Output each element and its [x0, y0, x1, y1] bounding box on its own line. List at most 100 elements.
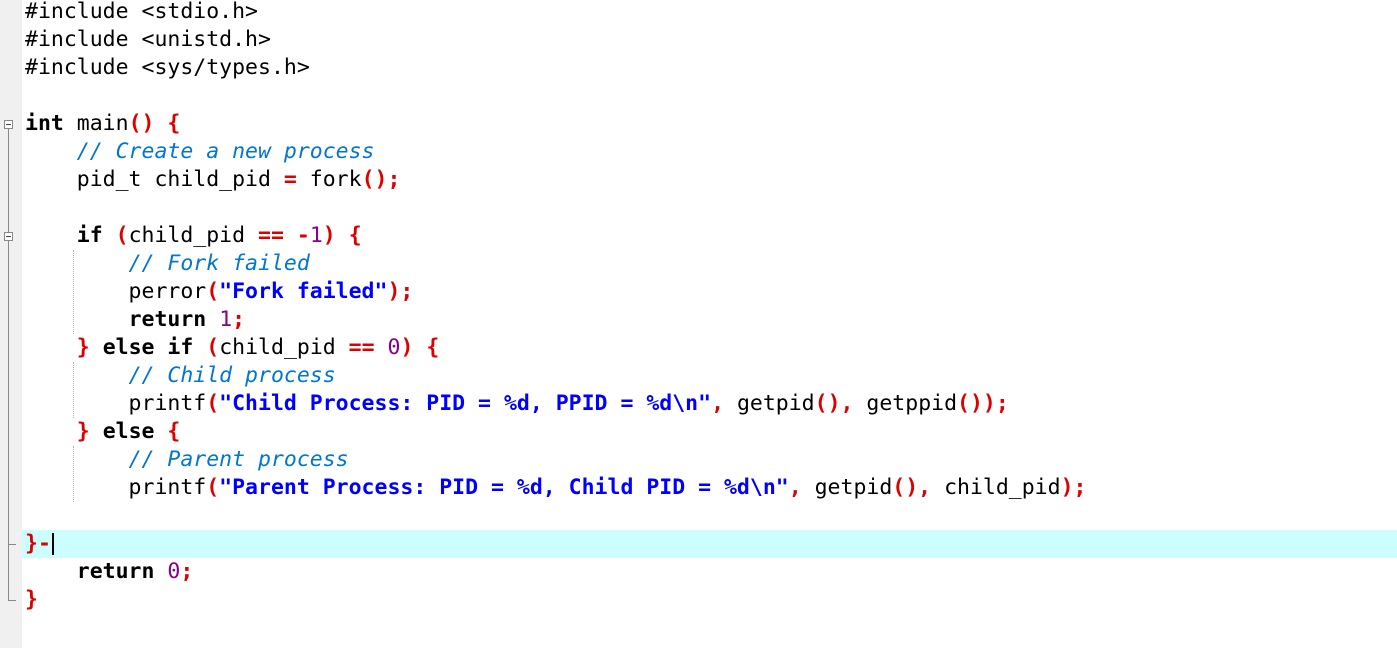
line-content: } else { — [25, 418, 181, 446]
code-token: #include <stdio.h> — [25, 0, 258, 24]
code-token: "Child Process: PID = %d, PPID = %d\n" — [219, 391, 712, 416]
code-token: else — [102, 335, 155, 360]
code-token: ( — [206, 335, 220, 360]
code-token: , — [711, 391, 725, 416]
code-token: #include <sys/types.h> — [25, 55, 310, 80]
code-token: return — [128, 307, 207, 332]
code-line[interactable]: // Parent process — [0, 446, 1397, 474]
code-line[interactable]: // Create a new process — [0, 138, 1397, 166]
code-line[interactable]: // Child process — [0, 362, 1397, 390]
code-token: // Fork failed — [128, 251, 310, 276]
code-line[interactable]: if (child_pid == -1) { — [0, 222, 1397, 250]
line-content: #include <stdio.h> — [25, 0, 258, 26]
code-line[interactable]: } else { — [0, 418, 1397, 446]
code-token: ()); — [957, 391, 1009, 416]
code-token: if — [167, 335, 194, 360]
code-area[interactable]: #include <stdio.h> #include <unistd.h> #in… — [0, 0, 1397, 648]
indent-guide — [73, 446, 74, 502]
code-token: else — [102, 419, 155, 444]
code-line[interactable] — [0, 502, 1397, 530]
code-token: } — [76, 419, 90, 444]
code-token: { — [348, 223, 362, 248]
code-token: getppid — [853, 391, 958, 416]
indent-guide — [73, 362, 74, 418]
code-token: main — [63, 111, 129, 136]
code-token: }- — [25, 531, 51, 556]
line-content: // Child process — [25, 362, 336, 390]
code-token: printf — [25, 391, 207, 416]
code-line[interactable]: printf("Child Process: PID = %d, PPID = … — [0, 390, 1397, 418]
code-line[interactable]: int main() { — [0, 110, 1397, 138]
code-line[interactable]: perror("Fork failed"); — [0, 278, 1397, 306]
code-line[interactable]: #include <unistd.h> — [0, 26, 1397, 54]
code-token: ( — [115, 223, 129, 248]
code-token: "Parent Process: PID = %d, Child PID = %… — [219, 475, 789, 500]
line-content: if (child_pid == -1) { — [25, 222, 362, 250]
line-content: // Fork failed — [25, 250, 310, 278]
code-line[interactable] — [0, 82, 1397, 110]
code-token: ); — [387, 279, 414, 304]
code-token: == — [258, 223, 284, 248]
code-line[interactable]: } else if (child_pid == 0) { — [0, 334, 1397, 362]
line-content: #include <unistd.h> — [25, 26, 271, 54]
code-token: { — [167, 419, 181, 444]
code-token: printf — [25, 475, 207, 500]
code-line[interactable]: pid_t child_pid = fork(); — [0, 166, 1397, 194]
code-line[interactable]: #include <sys/types.h> — [0, 54, 1397, 82]
code-token: { — [426, 335, 440, 360]
line-content: printf("Parent Process: PID = %d, Child … — [25, 474, 1087, 502]
code-token: ; — [180, 559, 194, 584]
code-token: getpid — [724, 391, 815, 416]
code-line[interactable]: // Fork failed — [0, 250, 1397, 278]
code-token: // Create a new process — [76, 139, 375, 164]
code-editor[interactable]: #include <stdio.h> #include <unistd.h> #in… — [0, 0, 1397, 648]
code-token: 0 — [387, 335, 401, 360]
code-line[interactable]: #include <stdio.h> — [0, 0, 1397, 26]
text-caret — [51, 533, 54, 555]
code-line[interactable]: return 1; — [0, 306, 1397, 334]
code-token: child_pid — [931, 475, 1061, 500]
line-content: } — [25, 586, 38, 614]
code-token: = — [283, 167, 297, 192]
code-token: // Child process — [128, 363, 336, 388]
code-token: { — [167, 111, 181, 136]
code-line[interactable]: printf("Parent Process: PID = %d, Child … — [0, 474, 1397, 502]
code-token: , — [788, 475, 802, 500]
code-token: ) — [322, 223, 336, 248]
line-content: pid_t child_pid = fork(); — [25, 166, 401, 194]
code-token: 1 — [309, 223, 323, 248]
code-token: return — [76, 559, 155, 584]
code-line[interactable]: return 0; — [0, 558, 1397, 586]
code-token: ; — [232, 307, 246, 332]
code-token: #include <unistd.h> — [25, 27, 271, 52]
line-content: // Create a new process — [25, 138, 375, 166]
code-token: child_pid — [219, 335, 349, 360]
line-content: }- — [25, 530, 54, 558]
line-content: printf("Child Process: PID = %d, PPID = … — [25, 390, 1009, 418]
line-content: return 1; — [25, 306, 246, 334]
code-line[interactable]: } — [0, 586, 1397, 614]
code-token: int — [25, 111, 64, 136]
code-line[interactable] — [0, 194, 1397, 222]
indent-guide — [73, 250, 74, 334]
current-code-line[interactable]: }- — [22, 530, 1397, 558]
code-token: } — [25, 587, 38, 612]
code-token: pid_t child_pid — [25, 167, 284, 192]
